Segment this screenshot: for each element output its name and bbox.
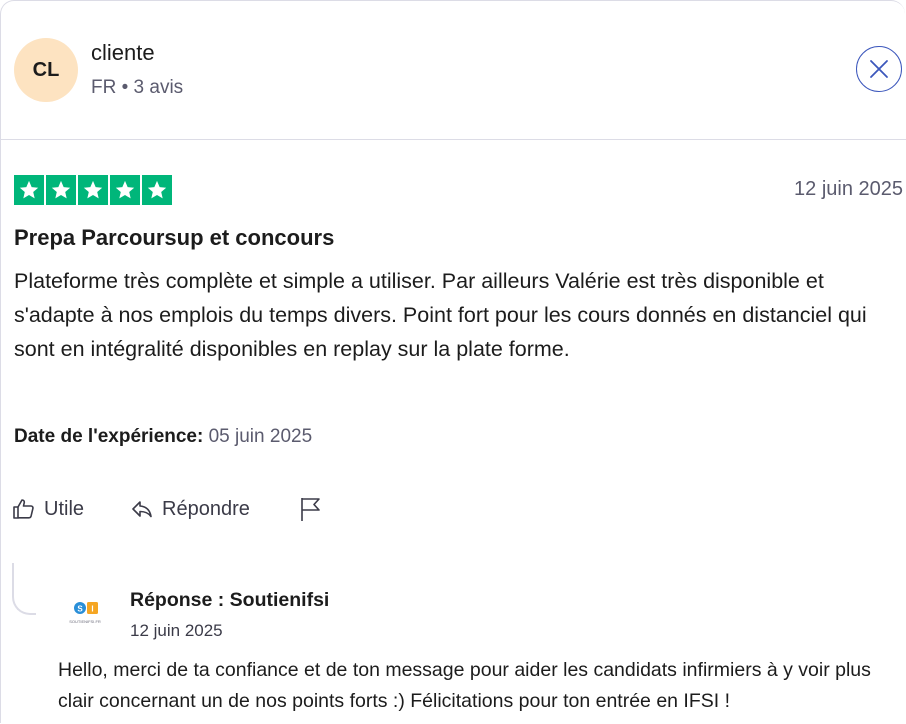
experience-date-label: Date de l'expérience:: [14, 426, 204, 447]
useful-button[interactable]: Utile: [12, 497, 84, 521]
star-rating: [14, 175, 172, 205]
reply-label: Répondre: [162, 497, 250, 520]
reply-button[interactable]: Répondre: [130, 497, 250, 521]
report-button[interactable]: [298, 496, 322, 522]
review-actions: Utile Répondre: [12, 496, 322, 522]
svg-text:SOUTIENIFSI.FR: SOUTIENIFSI.FR: [69, 619, 101, 624]
reviewer-header: CL cliente FR • 3 avis: [0, 0, 906, 140]
review-title: Prepa Parcoursup et concours: [14, 225, 335, 250]
reply-body: Hello, merci de ta confiance et de ton m…: [58, 659, 871, 712]
soutienifsi-logo: S I SOUTIENIFSI.FR: [69, 602, 101, 624]
svg-text:S: S: [77, 605, 83, 614]
reply-connector: [12, 563, 36, 615]
close-icon: [870, 60, 888, 78]
reviewer-name[interactable]: cliente: [91, 40, 155, 66]
review-date: 12 juin 2025: [794, 178, 903, 200]
experience-date-value: 05 juin 2025: [208, 426, 313, 447]
reply-icon: [132, 501, 152, 518]
star-icon: [142, 175, 172, 205]
flag-icon: [301, 498, 320, 521]
reply-author: Réponse : Soutienifsi: [130, 589, 330, 611]
useful-label: Utile: [44, 497, 85, 520]
reply-date: 12 juin 2025: [130, 621, 223, 640]
reviewer-meta: FR • 3 avis: [91, 77, 184, 98]
thumbs-up-icon: [13, 499, 34, 519]
star-icon: [14, 175, 44, 205]
svg-text:I: I: [91, 605, 93, 614]
star-icon: [78, 175, 108, 205]
experience-date: Date de l'expérience: 05 juin 2025: [14, 426, 312, 448]
avatar: CL: [14, 38, 78, 102]
star-icon: [46, 175, 76, 205]
close-button[interactable]: [856, 46, 902, 92]
star-icon: [110, 175, 140, 205]
review-body: Plateforme très complète et simple a uti…: [14, 269, 867, 361]
